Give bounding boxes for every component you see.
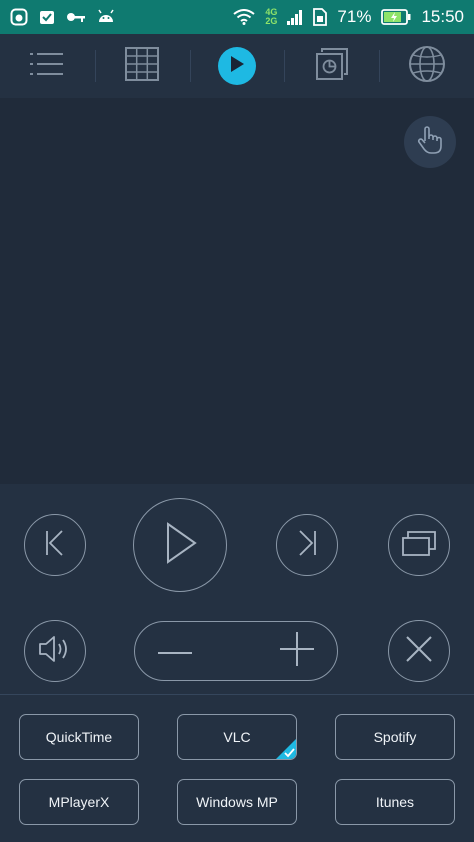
tab-web[interactable] — [379, 34, 474, 98]
battery-percent: 71% — [337, 7, 372, 26]
volume-control — [134, 621, 338, 681]
gesture-button[interactable] — [404, 116, 456, 168]
playback-controls: QuickTime VLC Spotify MPlayerX Windows M… — [0, 484, 474, 842]
network-2g-label: 2G — [265, 16, 278, 26]
player-label: Spotify — [373, 729, 417, 745]
mode-toolbar — [0, 34, 474, 98]
play-button[interactable] — [133, 498, 227, 592]
player-label: QuickTime — [45, 729, 113, 745]
play-tab-highlight — [217, 47, 256, 85]
volume-up-icon — [280, 631, 314, 671]
grid-icon — [125, 46, 160, 86]
player-spotify-button[interactable]: Spotify — [335, 714, 455, 760]
notification-icons — [10, 8, 116, 26]
next-icon — [294, 529, 320, 562]
presentation-icon — [315, 47, 349, 86]
player-vlc-button[interactable]: VLC — [177, 714, 297, 760]
mute-button[interactable] — [24, 620, 86, 682]
globe-icon — [408, 45, 446, 88]
android-icon — [96, 8, 116, 26]
play-icon — [162, 521, 198, 569]
player-label: VLC — [223, 729, 251, 745]
divider — [0, 694, 474, 695]
player-label: Itunes — [375, 794, 415, 810]
volume-up-button[interactable] — [277, 631, 317, 671]
speaker-icon — [38, 634, 72, 669]
network-type: 4G 2G — [265, 8, 277, 26]
player-windows-mp-button[interactable]: Windows MP — [177, 779, 297, 825]
touchpad[interactable] — [0, 98, 474, 484]
tab-presentation[interactable] — [284, 34, 379, 98]
menu-icon — [30, 51, 64, 82]
player-itunes-button[interactable]: Itunes — [335, 779, 455, 825]
close-player-button[interactable] — [388, 620, 450, 682]
battery-charging-icon — [381, 9, 411, 25]
switch-window-button[interactable] — [388, 514, 450, 576]
player-mplayerx-button[interactable]: MPlayerX — [19, 779, 139, 825]
previous-button[interactable] — [24, 514, 86, 576]
wifi-icon — [233, 9, 256, 25]
signal-icon — [287, 9, 303, 25]
system-indicators: 4G 2G 71% 15:50 — [233, 7, 464, 27]
previous-icon — [42, 529, 68, 562]
tab-menu[interactable] — [0, 34, 95, 98]
app-notification-icon — [10, 8, 28, 26]
clipboard-icon — [38, 8, 56, 26]
window-switch-icon — [401, 529, 437, 562]
close-icon — [405, 635, 433, 668]
volume-down-icon — [158, 642, 192, 660]
key-icon — [66, 8, 86, 26]
hand-pointer-icon — [416, 125, 444, 160]
player-label: MPlayerX — [48, 794, 110, 810]
volume-down-button[interactable] — [155, 631, 195, 671]
play-icon — [229, 55, 245, 78]
player-quicktime-button[interactable]: QuickTime — [19, 714, 139, 760]
status-bar: 4G 2G 71% 15:50 — [0, 0, 474, 34]
sim-icon — [313, 8, 328, 26]
clock: 15:50 — [421, 7, 464, 26]
tab-media-player[interactable] — [189, 34, 285, 98]
selected-check-icon — [275, 738, 296, 759]
next-button[interactable] — [276, 514, 338, 576]
player-label: Windows MP — [196, 794, 278, 810]
tab-grid[interactable] — [94, 34, 190, 98]
